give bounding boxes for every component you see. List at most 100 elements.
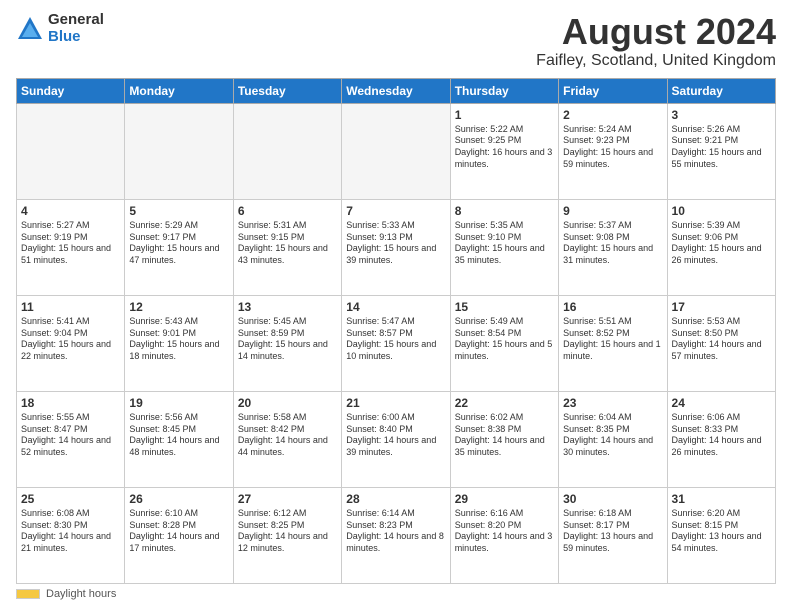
day-number: 22: [455, 395, 554, 411]
day-info: Sunrise: 5:26 AM Sunset: 9:21 PM Dayligh…: [672, 124, 771, 171]
day-number: 27: [238, 491, 337, 507]
table-row: 7Sunrise: 5:33 AM Sunset: 9:13 PM Daylig…: [342, 199, 450, 295]
calendar-body: 1Sunrise: 5:22 AM Sunset: 9:25 PM Daylig…: [17, 103, 776, 583]
day-info: Sunrise: 5:31 AM Sunset: 9:15 PM Dayligh…: [238, 220, 337, 267]
day-info: Sunrise: 5:27 AM Sunset: 9:19 PM Dayligh…: [21, 220, 120, 267]
table-row: 11Sunrise: 5:41 AM Sunset: 9:04 PM Dayli…: [17, 295, 125, 391]
header-row: Sunday Monday Tuesday Wednesday Thursday…: [17, 78, 776, 103]
logo-general: General: [48, 12, 104, 29]
header: General Blue August 2024 Faifley, Scotla…: [16, 12, 776, 70]
logo-icon: [16, 15, 44, 43]
calendar-week-0: 1Sunrise: 5:22 AM Sunset: 9:25 PM Daylig…: [17, 103, 776, 199]
table-row: 23Sunrise: 6:04 AM Sunset: 8:35 PM Dayli…: [559, 391, 667, 487]
day-info: Sunrise: 5:33 AM Sunset: 9:13 PM Dayligh…: [346, 220, 445, 267]
table-row: [125, 103, 233, 199]
day-number: 16: [563, 299, 662, 315]
col-saturday: Saturday: [667, 78, 775, 103]
day-info: Sunrise: 5:53 AM Sunset: 8:50 PM Dayligh…: [672, 316, 771, 363]
day-number: 25: [21, 491, 120, 507]
day-number: 30: [563, 491, 662, 507]
day-info: Sunrise: 5:43 AM Sunset: 9:01 PM Dayligh…: [129, 316, 228, 363]
col-thursday: Thursday: [450, 78, 558, 103]
day-info: Sunrise: 5:22 AM Sunset: 9:25 PM Dayligh…: [455, 124, 554, 171]
day-number: 3: [672, 107, 771, 123]
table-row: 31Sunrise: 6:20 AM Sunset: 8:15 PM Dayli…: [667, 487, 775, 583]
day-number: 17: [672, 299, 771, 315]
day-info: Sunrise: 6:04 AM Sunset: 8:35 PM Dayligh…: [563, 412, 662, 459]
day-info: Sunrise: 5:51 AM Sunset: 8:52 PM Dayligh…: [563, 316, 662, 363]
table-row: 15Sunrise: 5:49 AM Sunset: 8:54 PM Dayli…: [450, 295, 558, 391]
day-number: 6: [238, 203, 337, 219]
day-info: Sunrise: 6:10 AM Sunset: 8:28 PM Dayligh…: [129, 508, 228, 555]
day-number: 12: [129, 299, 228, 315]
table-row: [233, 103, 341, 199]
day-info: Sunrise: 6:02 AM Sunset: 8:38 PM Dayligh…: [455, 412, 554, 459]
table-row: 20Sunrise: 5:58 AM Sunset: 8:42 PM Dayli…: [233, 391, 341, 487]
day-number: 15: [455, 299, 554, 315]
day-info: Sunrise: 6:20 AM Sunset: 8:15 PM Dayligh…: [672, 508, 771, 555]
day-number: 7: [346, 203, 445, 219]
day-number: 28: [346, 491, 445, 507]
day-info: Sunrise: 5:29 AM Sunset: 9:17 PM Dayligh…: [129, 220, 228, 267]
table-row: 12Sunrise: 5:43 AM Sunset: 9:01 PM Dayli…: [125, 295, 233, 391]
day-number: 8: [455, 203, 554, 219]
legend-label: Daylight hours: [46, 588, 116, 600]
table-row: 3Sunrise: 5:26 AM Sunset: 9:21 PM Daylig…: [667, 103, 775, 199]
page: General Blue August 2024 Faifley, Scotla…: [0, 0, 792, 612]
day-info: Sunrise: 6:14 AM Sunset: 8:23 PM Dayligh…: [346, 508, 445, 555]
day-info: Sunrise: 5:35 AM Sunset: 9:10 PM Dayligh…: [455, 220, 554, 267]
table-row: 18Sunrise: 5:55 AM Sunset: 8:47 PM Dayli…: [17, 391, 125, 487]
col-sunday: Sunday: [17, 78, 125, 103]
footer-legend: Daylight hours: [16, 588, 116, 600]
table-row: 24Sunrise: 6:06 AM Sunset: 8:33 PM Dayli…: [667, 391, 775, 487]
day-number: 24: [672, 395, 771, 411]
calendar-header: Sunday Monday Tuesday Wednesday Thursday…: [17, 78, 776, 103]
table-row: 6Sunrise: 5:31 AM Sunset: 9:15 PM Daylig…: [233, 199, 341, 295]
day-info: Sunrise: 6:18 AM Sunset: 8:17 PM Dayligh…: [563, 508, 662, 555]
day-number: 5: [129, 203, 228, 219]
day-number: 23: [563, 395, 662, 411]
table-row: 5Sunrise: 5:29 AM Sunset: 9:17 PM Daylig…: [125, 199, 233, 295]
day-info: Sunrise: 5:47 AM Sunset: 8:57 PM Dayligh…: [346, 316, 445, 363]
day-number: 11: [21, 299, 120, 315]
day-info: Sunrise: 5:24 AM Sunset: 9:23 PM Dayligh…: [563, 124, 662, 171]
day-info: Sunrise: 5:56 AM Sunset: 8:45 PM Dayligh…: [129, 412, 228, 459]
day-number: 13: [238, 299, 337, 315]
day-number: 10: [672, 203, 771, 219]
table-row: 17Sunrise: 5:53 AM Sunset: 8:50 PM Dayli…: [667, 295, 775, 391]
logo: General Blue: [16, 12, 104, 45]
table-row: 10Sunrise: 5:39 AM Sunset: 9:06 PM Dayli…: [667, 199, 775, 295]
day-info: Sunrise: 5:41 AM Sunset: 9:04 PM Dayligh…: [21, 316, 120, 363]
footer: Daylight hours: [16, 588, 776, 600]
table-row: 19Sunrise: 5:56 AM Sunset: 8:45 PM Dayli…: [125, 391, 233, 487]
calendar: Sunday Monday Tuesday Wednesday Thursday…: [16, 78, 776, 584]
logo-text: General Blue: [48, 12, 104, 45]
day-number: 26: [129, 491, 228, 507]
title-block: August 2024 Faifley, Scotland, United Ki…: [536, 12, 776, 70]
table-row: 4Sunrise: 5:27 AM Sunset: 9:19 PM Daylig…: [17, 199, 125, 295]
day-number: 18: [21, 395, 120, 411]
day-number: 19: [129, 395, 228, 411]
day-number: 9: [563, 203, 662, 219]
table-row: 27Sunrise: 6:12 AM Sunset: 8:25 PM Dayli…: [233, 487, 341, 583]
day-info: Sunrise: 5:49 AM Sunset: 8:54 PM Dayligh…: [455, 316, 554, 363]
table-row: 29Sunrise: 6:16 AM Sunset: 8:20 PM Dayli…: [450, 487, 558, 583]
table-row: 1Sunrise: 5:22 AM Sunset: 9:25 PM Daylig…: [450, 103, 558, 199]
calendar-week-2: 11Sunrise: 5:41 AM Sunset: 9:04 PM Dayli…: [17, 295, 776, 391]
day-info: Sunrise: 6:16 AM Sunset: 8:20 PM Dayligh…: [455, 508, 554, 555]
day-number: 20: [238, 395, 337, 411]
day-info: Sunrise: 6:12 AM Sunset: 8:25 PM Dayligh…: [238, 508, 337, 555]
table-row: [342, 103, 450, 199]
day-number: 21: [346, 395, 445, 411]
table-row: 8Sunrise: 5:35 AM Sunset: 9:10 PM Daylig…: [450, 199, 558, 295]
col-tuesday: Tuesday: [233, 78, 341, 103]
calendar-week-1: 4Sunrise: 5:27 AM Sunset: 9:19 PM Daylig…: [17, 199, 776, 295]
day-info: Sunrise: 6:06 AM Sunset: 8:33 PM Dayligh…: [672, 412, 771, 459]
col-wednesday: Wednesday: [342, 78, 450, 103]
table-row: 21Sunrise: 6:00 AM Sunset: 8:40 PM Dayli…: [342, 391, 450, 487]
calendar-week-3: 18Sunrise: 5:55 AM Sunset: 8:47 PM Dayli…: [17, 391, 776, 487]
table-row: 28Sunrise: 6:14 AM Sunset: 8:23 PM Dayli…: [342, 487, 450, 583]
table-row: 22Sunrise: 6:02 AM Sunset: 8:38 PM Dayli…: [450, 391, 558, 487]
day-info: Sunrise: 6:08 AM Sunset: 8:30 PM Dayligh…: [21, 508, 120, 555]
legend-color-box: [16, 589, 40, 599]
